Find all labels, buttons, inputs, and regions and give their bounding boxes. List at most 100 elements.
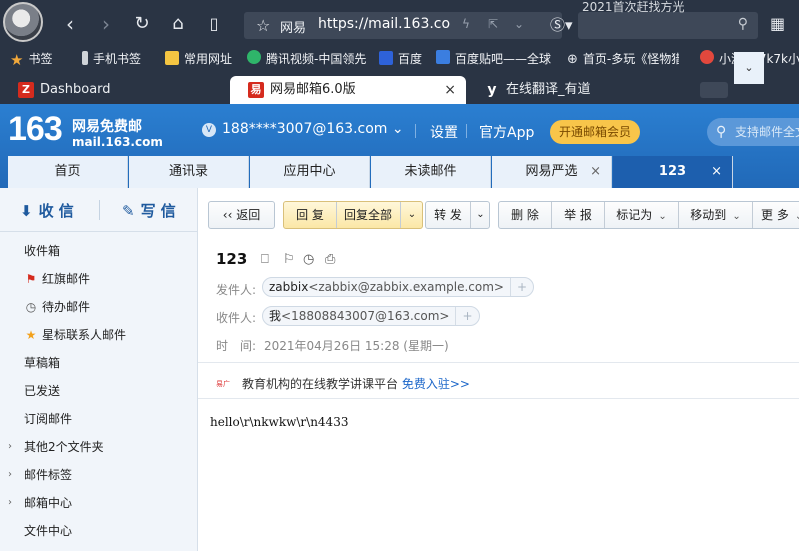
mark-as-dropdown[interactable]: 标记为 ⌄ [605,202,678,230]
folder-file-center[interactable]: 文件中心 [0,517,198,545]
browser-search-box[interactable]: 2021首次赶找方光 ⚲ [578,0,758,39]
folder-todo[interactable]: ◷ 待办邮件 [0,293,198,321]
folder-starred-contacts[interactable]: ★ 星标联系人邮件 [0,321,198,349]
vip-badge-icon: V [202,123,216,137]
globe-icon: ⊕ [567,52,578,67]
chevron-down-icon: ⌄ [391,121,404,137]
clock-icon[interactable]: ◷ [303,252,314,267]
message-body: hello\r\nkwkw\r\n4433 [210,415,349,429]
close-icon[interactable]: × [590,156,601,188]
tab-unread[interactable]: 未读邮件 [371,156,491,188]
folder-flagged[interactable]: ⚑ 红旗邮件 [0,265,198,293]
folder-inbox[interactable]: 收件箱 [0,237,198,265]
red-flag-icon: ⚑ [25,272,37,286]
lightning-icon[interactable]: ϟ [462,17,470,31]
address-bar[interactable]: ☆ 网易 https://mail.163.co ϟ ⇱ ⌄ [244,12,562,39]
netease-icon: 易 [248,82,264,98]
browser-tab-strip: Z Dashboard 易 网易邮箱6.0版 × y 在线翻译_有道 [0,76,799,104]
folder-other[interactable]: › 其他2个文件夹 [0,433,198,461]
print-icon[interactable]: ⎙ [325,252,335,267]
close-icon[interactable]: × [711,156,722,188]
divider [415,124,416,138]
forward-button[interactable]: 转 发 [426,202,470,228]
bookmark-item[interactable]: ★ 书签 [10,50,52,69]
tab-youdao[interactable]: y 在线翻译_有道 [466,76,696,104]
open-vip-button[interactable]: 开通邮箱会员 [550,120,640,144]
bookmark-star-icon[interactable]: ☆ [256,16,270,35]
baidu-paw-icon [379,51,393,65]
grid-icon[interactable]: ▦ [770,14,785,33]
bookmark-item[interactable]: 百度 [379,50,422,67]
sender-chip[interactable]: zabbix<zabbix@zabbix.example.com> + [262,277,535,297]
share-icon[interactable]: ⇱ [488,17,498,31]
tab-netease-mail[interactable]: 易 网易邮箱6.0版 × [230,76,466,104]
bookmark-item[interactable]: 腾讯视频-中国领先 [247,50,366,67]
chevron-down-icon[interactable]: ⌄ [471,202,490,228]
bookmark-item[interactable]: ⊕ 首页-多玩《怪物猎 [567,50,679,67]
delete-button[interactable]: 删 除 [499,202,551,228]
official-app-link[interactable]: 官方App [479,122,534,142]
book-icon[interactable]: ▯ [202,12,226,36]
back-button[interactable]: ‹‹ 返回 [208,201,275,229]
report-button[interactable]: 举 报 [552,202,604,228]
tab-label: 网易邮箱6.0版 [270,82,356,97]
chevron-down-icon: ⌄ [732,211,741,222]
add-contact-icon[interactable]: + [455,307,473,325]
chevron-right-icon[interactable]: › [8,461,12,489]
move-to-dropdown[interactable]: 移动到 ⌄ [679,202,752,230]
time-label: 时 间: [216,339,257,353]
search-engine-icon[interactable]: Ⓢ▾ [550,14,576,36]
mail-search-input[interactable]: ⚲支持邮件全文 [707,118,799,146]
tab-home[interactable]: 首页 [8,156,128,188]
folder-subscriptions[interactable]: 订阅邮件 [0,405,198,433]
compose-button[interactable]: ✎ 写 信 [122,200,176,221]
chevron-down-icon[interactable]: ⌄ [401,202,423,228]
promo-link[interactable]: 免费入驻>> [402,377,470,391]
logo-163[interactable]: 163 [8,110,63,149]
search-icon[interactable]: ⚲ [738,16,748,32]
folder-mail-center[interactable]: › 邮箱中心 [0,489,198,517]
balloon-icon [700,50,714,64]
more-dropdown[interactable]: 更 多⌄ [753,202,799,230]
close-icon[interactable]: × [444,76,456,104]
reply-all-button[interactable]: 回复全部 [337,202,399,228]
folder-sidebar: ⬇ 收 信 ✎ 写 信 收件箱 ⚑ 红旗邮件 ◷ 待办邮件 ★ 星标联系人邮件 草稿箱 已… [0,188,198,551]
chevron-down-icon: ⌄ [795,204,799,230]
bookmark-item[interactable]: 手机书签 [82,50,141,67]
chevron-down-icon[interactable]: ⌄ [514,17,524,31]
folder-labels[interactable]: › 邮件标签 [0,461,198,489]
forward-arrow-icon[interactable]: › [94,12,118,36]
bookmark-item[interactable]: 百度贴吧——全球 [436,50,551,67]
divider [99,200,100,220]
home-icon[interactable]: ⌂ [166,12,190,36]
flag-icon[interactable]: ⚐ [283,252,295,267]
tab-label: 在线翻译_有道 [506,82,591,97]
new-tab-button[interactable] [700,82,728,98]
profile-avatar[interactable] [3,2,43,42]
chevron-right-icon[interactable]: › [8,433,12,461]
receive-button[interactable]: ⬇ 收 信 [20,200,74,221]
bookmark-item[interactable]: 常用网址 [165,50,232,67]
add-contact-icon[interactable]: + [510,278,527,296]
reply-button[interactable]: 回 复 [284,202,336,228]
tencent-video-icon [247,50,261,64]
account-menu[interactable]: 188****3007@163.com ⌄ [222,121,404,137]
tabs-more-dropdown[interactable]: ⌄ [734,52,764,84]
tab-app-center[interactable]: 应用中心 [250,156,370,188]
recipient-chip[interactable]: 我<18808843007@163.com> + [262,306,480,326]
double-chevron-left-icon: ‹‹ [222,208,237,222]
url-text[interactable]: https://mail.163.co [318,16,450,32]
to-label: 收件人: [216,311,257,325]
youdao-icon: y [487,82,497,98]
settings-link[interactable]: 设置 [430,122,458,142]
back-arrow-icon[interactable]: ‹ [58,12,82,36]
tab-contacts[interactable]: 通讯录 [129,156,249,188]
tab-dashboard[interactable]: Z Dashboard [0,76,230,104]
chevron-right-icon[interactable]: › [8,489,12,517]
folder-sent[interactable]: 已发送 [0,377,198,405]
refresh-icon[interactable]: ↻ [130,12,154,36]
folder-drafts[interactable]: 草稿箱 [0,349,198,377]
bookmark-icon[interactable]: ⎕ [261,252,269,267]
tab-yanxuan[interactable]: 网易严选 × [492,156,612,188]
tab-message-123[interactable]: 123 × [613,156,733,188]
